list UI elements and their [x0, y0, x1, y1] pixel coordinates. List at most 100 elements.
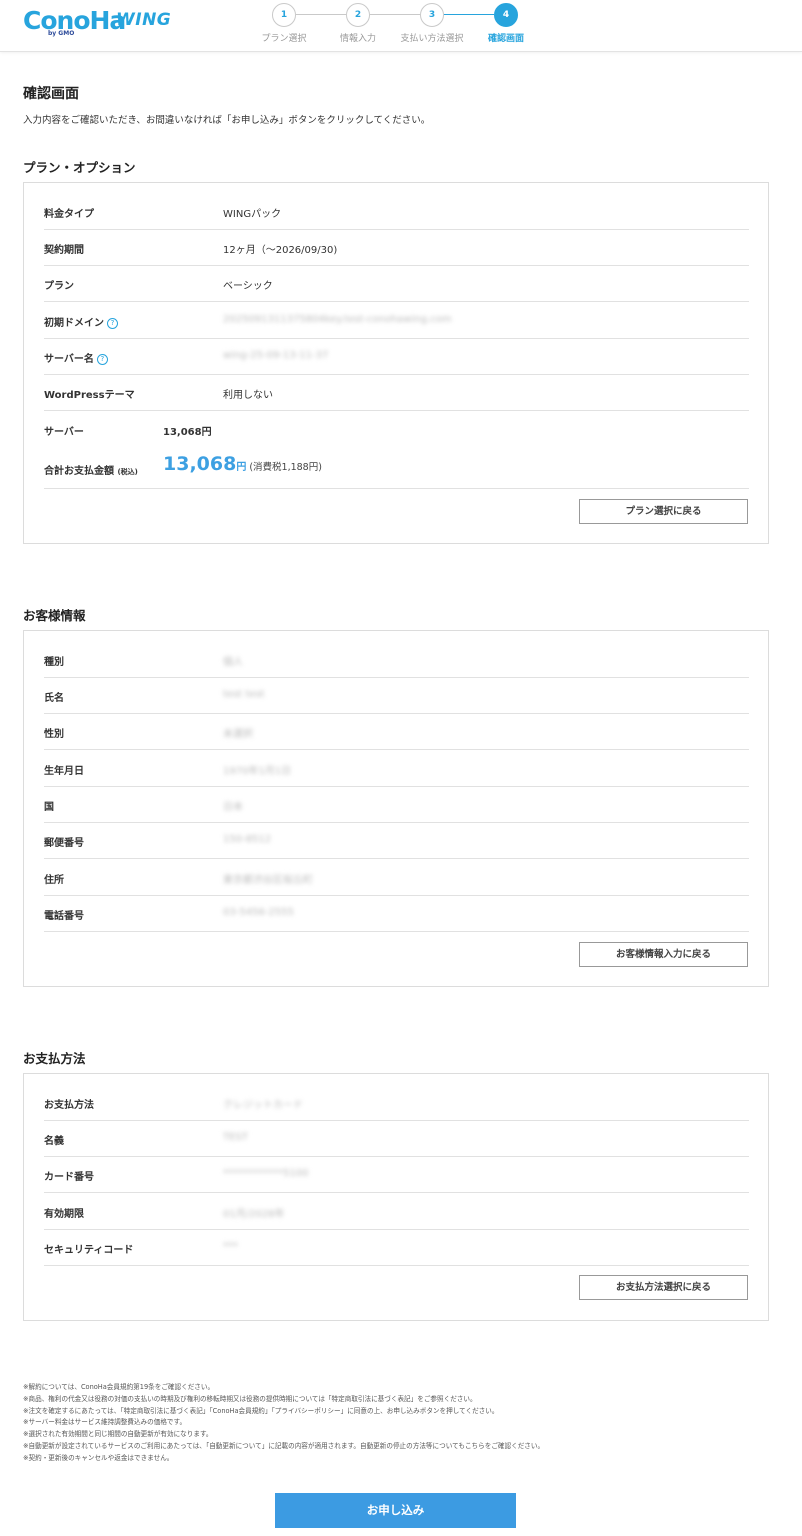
- server-price: 13,068円: [163, 427, 212, 438]
- server-price-row: サーバー 13,068円: [44, 412, 749, 448]
- payment-section-title: お支払方法: [23, 1051, 86, 1066]
- total-tax-note: (税込): [117, 468, 138, 476]
- row-label: 生年月日: [44, 766, 84, 777]
- step-connector: [444, 14, 494, 15]
- row-value: ************5100: [223, 1168, 309, 1179]
- row-value: test test: [223, 689, 265, 700]
- row-value: クレジットカード: [223, 1100, 303, 1111]
- customer-row: 郵便番号 150-8512: [44, 823, 749, 859]
- customer-row: 氏名 test test: [44, 678, 749, 714]
- terms-notes: ※解約については、ConoHa会員規約第19条をご確認ください。 ※商品、権利の…: [23, 1382, 544, 1465]
- total-label-text: 合計お支払金額: [44, 466, 114, 477]
- row-value: 1970年1月1日: [223, 766, 292, 777]
- total-label: 合計お支払金額 (税込): [44, 462, 138, 477]
- step-3-circle: 3: [420, 3, 444, 27]
- plan-row: 初期ドメイン? 2025091311375804key.test-conohaw…: [44, 303, 749, 339]
- note-line: ※注文を確定するにあたっては、「特定商取引法に基づく表記」「ConoHa会員規約…: [23, 1406, 499, 1415]
- row-value: 03-5456-2555: [223, 907, 294, 918]
- row-label: セキュリティコード: [44, 1245, 134, 1256]
- customer-section-title: お客様情報: [23, 608, 86, 623]
- row-label: 名義: [44, 1136, 64, 1147]
- row-label: 有効期限: [44, 1209, 84, 1220]
- submit-application-button[interactable]: お申し込み: [275, 1493, 516, 1528]
- progress-stepper: 1 プラン選択 2 情報入力 3 支払い方法選択 4 確認画面: [250, 2, 540, 46]
- row-label: 電話番号: [44, 911, 84, 922]
- back-to-customer-info-button[interactable]: お客様情報入力に戻る: [579, 942, 748, 967]
- row-value: 12ヶ月（〜2026/09/30): [223, 245, 338, 256]
- note-line: ※サーバー料金はサービス維持調整費込みの価格です。: [23, 1418, 187, 1427]
- payment-row: 有効期限 01月/2028年: [44, 1194, 749, 1230]
- payment-row: カード番号 ************5100: [44, 1157, 749, 1193]
- total-amount-group: 13,068円 (消費税1,188円): [163, 453, 322, 475]
- step-3-label: 支払い方法選択: [400, 34, 464, 44]
- row-value: 日本: [223, 802, 243, 813]
- row-value: 01月/2028年: [223, 1209, 285, 1220]
- step-1-label: プラン選択: [261, 34, 307, 44]
- step-4-label: 確認画面: [487, 34, 524, 44]
- payment-row: セキュリティコード ***: [44, 1230, 749, 1266]
- customer-row: 性別 未選択: [44, 714, 749, 750]
- row-value: 利用しない: [223, 390, 273, 401]
- row-label: カード番号: [44, 1172, 94, 1183]
- step-2-label: 情報入力: [339, 34, 376, 44]
- plan-row: プラン ベーシック: [44, 266, 749, 302]
- total-tax: (消費税1,188円): [249, 462, 322, 473]
- row-value: TEST: [223, 1132, 248, 1143]
- plan-card: 料金タイプ WINGパック 契約期間 12ヶ月（〜2026/09/30) プラン…: [23, 182, 769, 544]
- plan-section-title: プラン・オプション: [23, 160, 136, 175]
- note-line: ※契約・更新後のキャンセルや返金はできません。: [23, 1453, 174, 1462]
- customer-row: 国 日本: [44, 787, 749, 823]
- row-value: 2025091311375804key.test-conohawing.com: [223, 314, 452, 325]
- note-line: ※商品、権利の代金又は役務の対価の支払いの時期及び権利の移転時期又は役務の提供時…: [23, 1394, 477, 1403]
- row-label: 契約期間: [44, 245, 84, 256]
- row-label-text: サーバー名: [44, 354, 94, 365]
- step-2-circle: 2: [346, 3, 370, 27]
- back-to-plan-button[interactable]: プラン選択に戻る: [579, 499, 748, 524]
- row-value: 未選択: [223, 729, 253, 740]
- row-label: 住所: [44, 875, 64, 886]
- row-label: 料金タイプ: [44, 209, 94, 220]
- row-value: WINGパック: [223, 209, 282, 220]
- row-value: wing-25-09-13-11-37: [223, 350, 329, 361]
- customer-row: 種別 個人: [44, 642, 749, 678]
- row-label: 初期ドメイン?: [44, 314, 118, 329]
- total-amount: 13,068: [163, 453, 237, 475]
- plan-row: 料金タイプ WINGパック: [44, 194, 749, 230]
- note-line: ※自動更新が設定されているサービスのご利用にあたっては、「自動更新について」に記…: [23, 1441, 545, 1450]
- back-to-payment-button[interactable]: お支払方法選択に戻る: [579, 1275, 748, 1300]
- row-label: 国: [44, 802, 54, 813]
- payment-row: お支払方法 クレジットカード: [44, 1085, 749, 1121]
- customer-card: 種別 個人 氏名 test test 性別 未選択 生年月日 1970年1月1日…: [23, 630, 769, 987]
- plan-row: 契約期間 12ヶ月（〜2026/09/30): [44, 230, 749, 266]
- row-label: 種別: [44, 657, 64, 668]
- page-description: 入力内容をご確認いただき、お間違いなければ「お申し込み」ボタンをクリックしてくだ…: [23, 115, 431, 126]
- customer-row: 住所 東京都渋谷区桜丘町: [44, 860, 749, 896]
- row-label: お支払方法: [44, 1100, 94, 1111]
- row-value: ベーシック: [223, 281, 273, 292]
- payment-card: お支払方法 クレジットカード 名義 TEST カード番号 ***********…: [23, 1073, 769, 1321]
- help-icon[interactable]: ?: [96, 354, 108, 365]
- total-row: 合計お支払金額 (税込) 13,068円 (消費税1,188円): [44, 445, 749, 489]
- logo-gmo: by GMO: [48, 30, 75, 37]
- logo-wing: WING: [116, 10, 172, 30]
- server-label: サーバー: [44, 427, 84, 438]
- step-4-circle: 4: [494, 3, 518, 27]
- step-1-circle: 1: [272, 3, 296, 27]
- row-value: 150-8512: [223, 834, 272, 845]
- row-value: 東京都渋谷区桜丘町: [223, 875, 313, 886]
- step-connector: [370, 14, 420, 15]
- row-label: 郵便番号: [44, 838, 84, 849]
- payment-row: 名義 TEST: [44, 1121, 749, 1157]
- row-value: ***: [223, 1241, 238, 1252]
- customer-row: 生年月日 1970年1月1日: [44, 751, 749, 787]
- row-label-text: 初期ドメイン: [44, 318, 104, 329]
- total-yen: 円: [236, 462, 247, 473]
- help-icon[interactable]: ?: [107, 318, 118, 329]
- step-connector: [296, 14, 346, 15]
- header: ConoHa by GMO WING 1 プラン選択 2 情報入力 3 支払い方…: [0, 0, 802, 52]
- row-label: WordPressテーマ: [44, 390, 135, 401]
- row-label: 氏名: [44, 693, 64, 704]
- customer-row: 電話番号 03-5456-2555: [44, 896, 749, 932]
- row-label: プラン: [44, 281, 74, 292]
- row-value: 個人: [223, 657, 243, 668]
